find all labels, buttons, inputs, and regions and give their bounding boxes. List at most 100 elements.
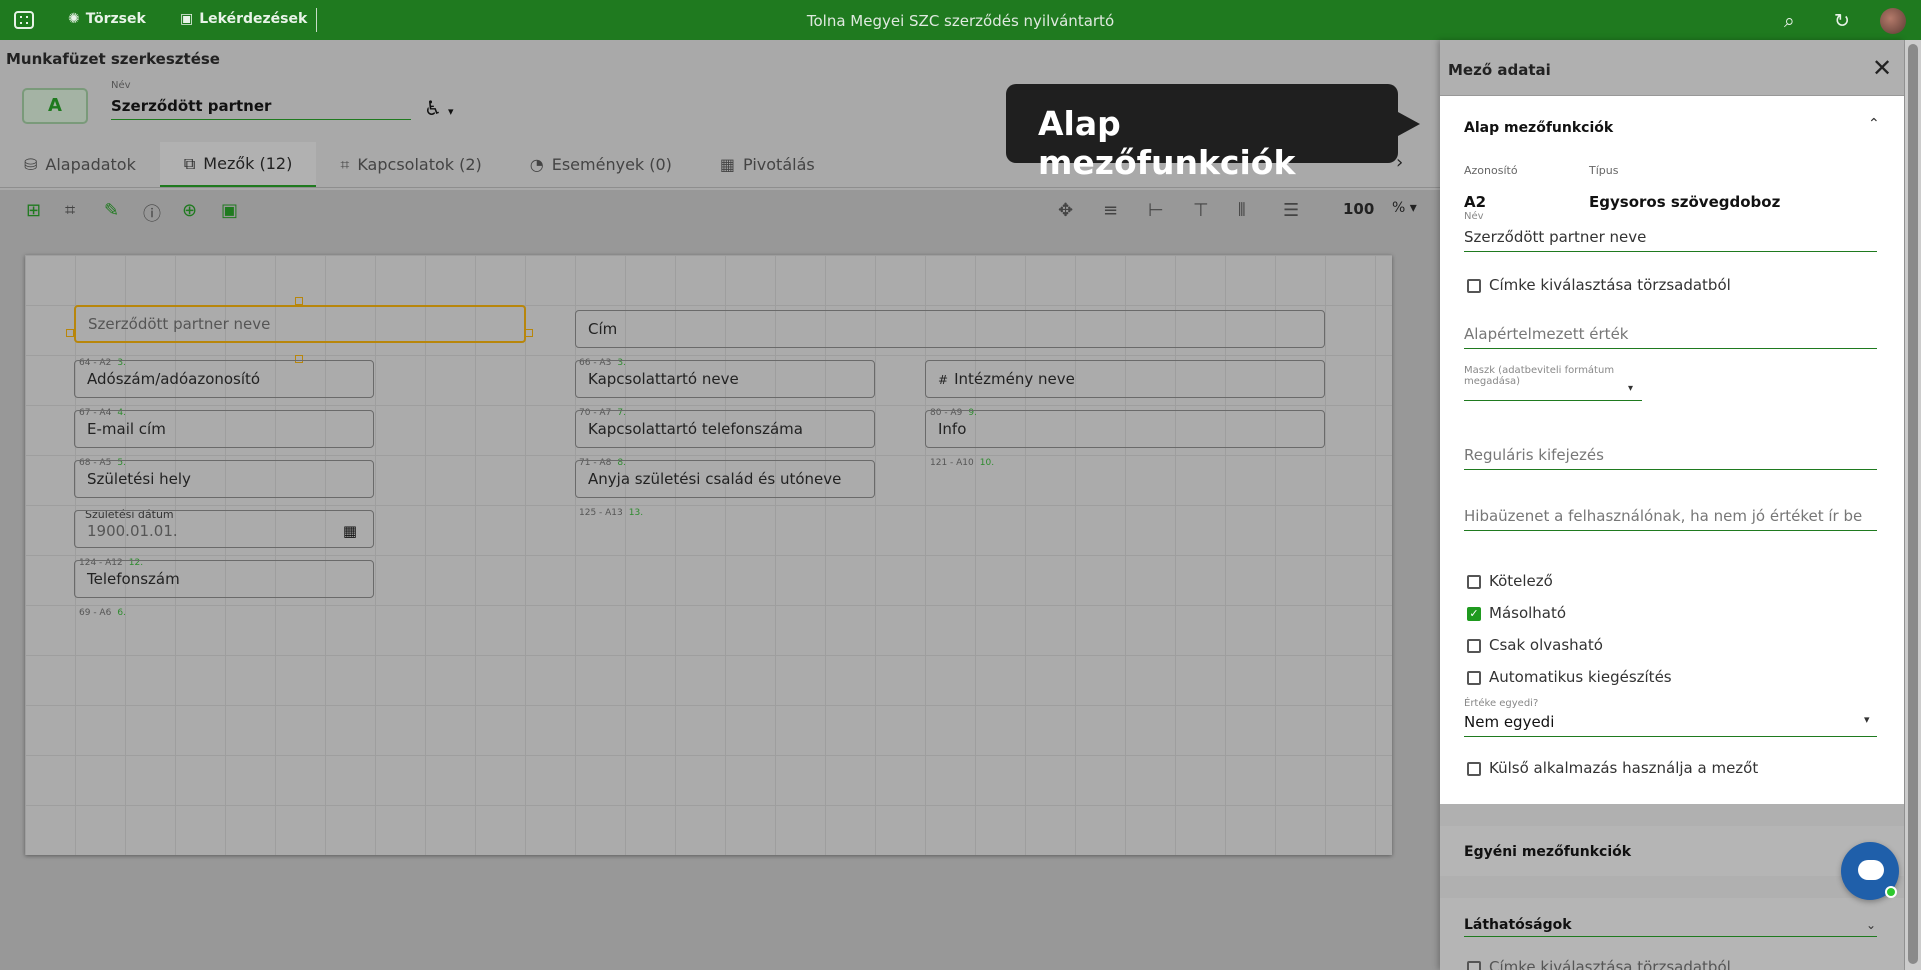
resize-handle[interactable] (295, 297, 303, 305)
unique-select[interactable]: Nem egyedi (1464, 713, 1877, 737)
error-message-input[interactable]: Hibaüzenet a felhasználónak, ha nem jó é… (1464, 507, 1877, 531)
refresh-icon[interactable]: ↻ (1834, 10, 1850, 32)
field-mother-name[interactable]: Anyja születési család és utóneve (575, 460, 875, 498)
tag-num: 6. (117, 608, 126, 618)
avatar[interactable] (1880, 8, 1906, 34)
divider (0, 187, 1440, 188)
name-input[interactable]: Szerződött partner (111, 97, 411, 120)
accessibility-icon[interactable]: ♿ ▾ (424, 96, 453, 120)
type-label: Típus (1589, 164, 1619, 177)
close-icon[interactable]: ✕ (1872, 54, 1892, 82)
dropdown-icon[interactable]: ▾ (1864, 713, 1870, 726)
field-name-input[interactable]: Szerződött partner neve (1464, 228, 1877, 252)
columns-icon[interactable]: ⫴ (1238, 200, 1246, 221)
tag-num: 10. (979, 458, 995, 468)
chevron-down-icon[interactable]: ⌄ (1866, 918, 1876, 932)
move-icon[interactable]: ✥ (1058, 200, 1073, 221)
tab-pivotalas[interactable]: ▦ Pivotálás (696, 142, 839, 187)
name-label: Név (111, 80, 131, 91)
field-birthplace[interactable]: Születési hely (74, 460, 374, 498)
online-indicator (1885, 886, 1897, 898)
field-tag: 69 - A6 6. (79, 608, 126, 618)
tour-tooltip: Alap mezőfunkciók (1006, 84, 1420, 182)
readonly-checkbox[interactable] (1467, 639, 1481, 653)
field-label: Születési hely (87, 470, 191, 488)
resize-handle[interactable] (525, 329, 533, 337)
section-header[interactable]: Láthatóságok (1464, 917, 1572, 933)
zoom-value[interactable]: 100 (1343, 200, 1374, 218)
tab-kapcsolatok[interactable]: ⌗ Kapcsolatok (2) (316, 142, 505, 187)
section-header[interactable]: Alap mezőfunkciók (1464, 120, 1613, 136)
field-label: 1900.01.01. (87, 522, 178, 540)
checkbox-label: Külső alkalmazás használja a mezőt (1489, 759, 1759, 777)
required-checkbox[interactable] (1467, 575, 1481, 589)
scrollbar[interactable] (1905, 40, 1921, 970)
field-institution[interactable]: # Intézmény neve (925, 360, 1325, 398)
mask-label: Maszk (adatbeviteli formátum megadása) (1464, 365, 1615, 387)
field-phone[interactable]: Telefonszám (74, 560, 374, 598)
tag-id: 125 - A13 (579, 508, 623, 518)
hash-icon: # (938, 373, 949, 387)
frame-icon[interactable]: ⌗ (65, 200, 75, 221)
autocomplete-checkbox[interactable] (1467, 671, 1481, 685)
field-info[interactable]: Info (925, 410, 1325, 448)
field-contact-name[interactable]: Kapcsolattartó neve (575, 360, 875, 398)
calendar-icon[interactable]: ▦ (343, 511, 357, 551)
field-label: Szerződött partner neve (88, 315, 271, 333)
mask-select[interactable] (1464, 400, 1642, 401)
search-icon[interactable]: ⌕ (1784, 10, 1795, 32)
chevron-up-icon[interactable]: ⌃ (1868, 116, 1880, 132)
dropdown-icon[interactable]: ▾ (1628, 383, 1633, 394)
field-partner-name[interactable]: Szerződött partner neve (74, 305, 526, 343)
chat-button[interactable] (1841, 842, 1899, 900)
checkbox-label: Címke kiválasztása törzsadatból (1489, 958, 1731, 970)
resize-handle[interactable] (66, 329, 74, 337)
field-label: Intézmény neve (954, 370, 1075, 388)
copyable-checkbox[interactable]: ✓ (1467, 607, 1481, 621)
tab-esemenyek[interactable]: ◔ Események (0) (506, 142, 696, 187)
regex-input[interactable]: Reguláris kifejezés (1464, 446, 1877, 470)
id-icon[interactable]: ▣ (221, 200, 238, 221)
pivot-icon: ▦ (719, 155, 736, 174)
unique-label: Értéke egyedi? (1464, 698, 1539, 709)
section-header[interactable]: Egyéni mezőfunkciók (1464, 844, 1631, 860)
fields-icon: ⧉ (183, 153, 196, 173)
workbook-avatar-button[interactable]: A (22, 88, 88, 124)
field-label: E-mail cím (87, 420, 166, 438)
field-label: Kapcsolattartó neve (588, 370, 739, 388)
tab-label: Pivotálás (743, 155, 815, 174)
tag-icon[interactable]: ✎ (104, 200, 119, 221)
tab-alapadatok[interactable]: ⛁ Alapadatok (0, 142, 160, 187)
grid-icon[interactable]: ⊕ (182, 200, 197, 221)
chat-icon (1858, 860, 1884, 880)
rows-icon[interactable]: ☰ (1283, 200, 1299, 221)
field-address[interactable]: Cím (575, 310, 1325, 348)
field-email[interactable]: E-mail cím (74, 410, 374, 448)
field-adoszam[interactable]: Adószám/adóazonosító (74, 360, 374, 398)
default-value-input[interactable]: Alapértelmezett érték (1464, 325, 1877, 349)
checkbox-label: Másolható (1489, 604, 1567, 622)
alert-icon[interactable]: ⓘ (143, 200, 161, 226)
tab-mezok[interactable]: ⧉ Mezők (12) (159, 142, 317, 187)
tag-id: 121 - A10 (930, 458, 974, 468)
id-value: A2 (1464, 193, 1487, 211)
external-app-checkbox[interactable] (1467, 762, 1481, 776)
form-canvas[interactable]: Szerződött partner neve 64 - A2 3. Adószá… (25, 255, 1392, 855)
field-label: Info (938, 420, 967, 438)
field-label: Telefonszám (87, 570, 180, 588)
field-label: Kapcsolattartó telefonszáma (588, 420, 803, 438)
tab-label: Események (0) (551, 155, 672, 174)
type-value: Egysoros szövegdoboz (1589, 193, 1781, 211)
zoom-unit-select[interactable]: % ▾ (1392, 200, 1417, 216)
scrollbar-thumb[interactable] (1908, 44, 1918, 964)
align-left-icon[interactable]: ⊢ (1148, 200, 1164, 221)
divider (1464, 936, 1877, 937)
distribute-icon[interactable]: ≡ (1103, 200, 1118, 221)
label-from-master-checkbox[interactable] (1467, 961, 1481, 970)
field-label: Adószám/adóazonosító (87, 370, 261, 388)
field-birthdate[interactable]: 1900.01.01. ▦ (74, 510, 374, 548)
field-contact-phone[interactable]: Kapcsolattartó telefonszáma (575, 410, 875, 448)
label-from-master-checkbox[interactable] (1467, 279, 1481, 293)
add-field-icon[interactable]: ⊞ (26, 200, 41, 221)
align-top-icon[interactable]: ⊤ (1193, 200, 1209, 221)
